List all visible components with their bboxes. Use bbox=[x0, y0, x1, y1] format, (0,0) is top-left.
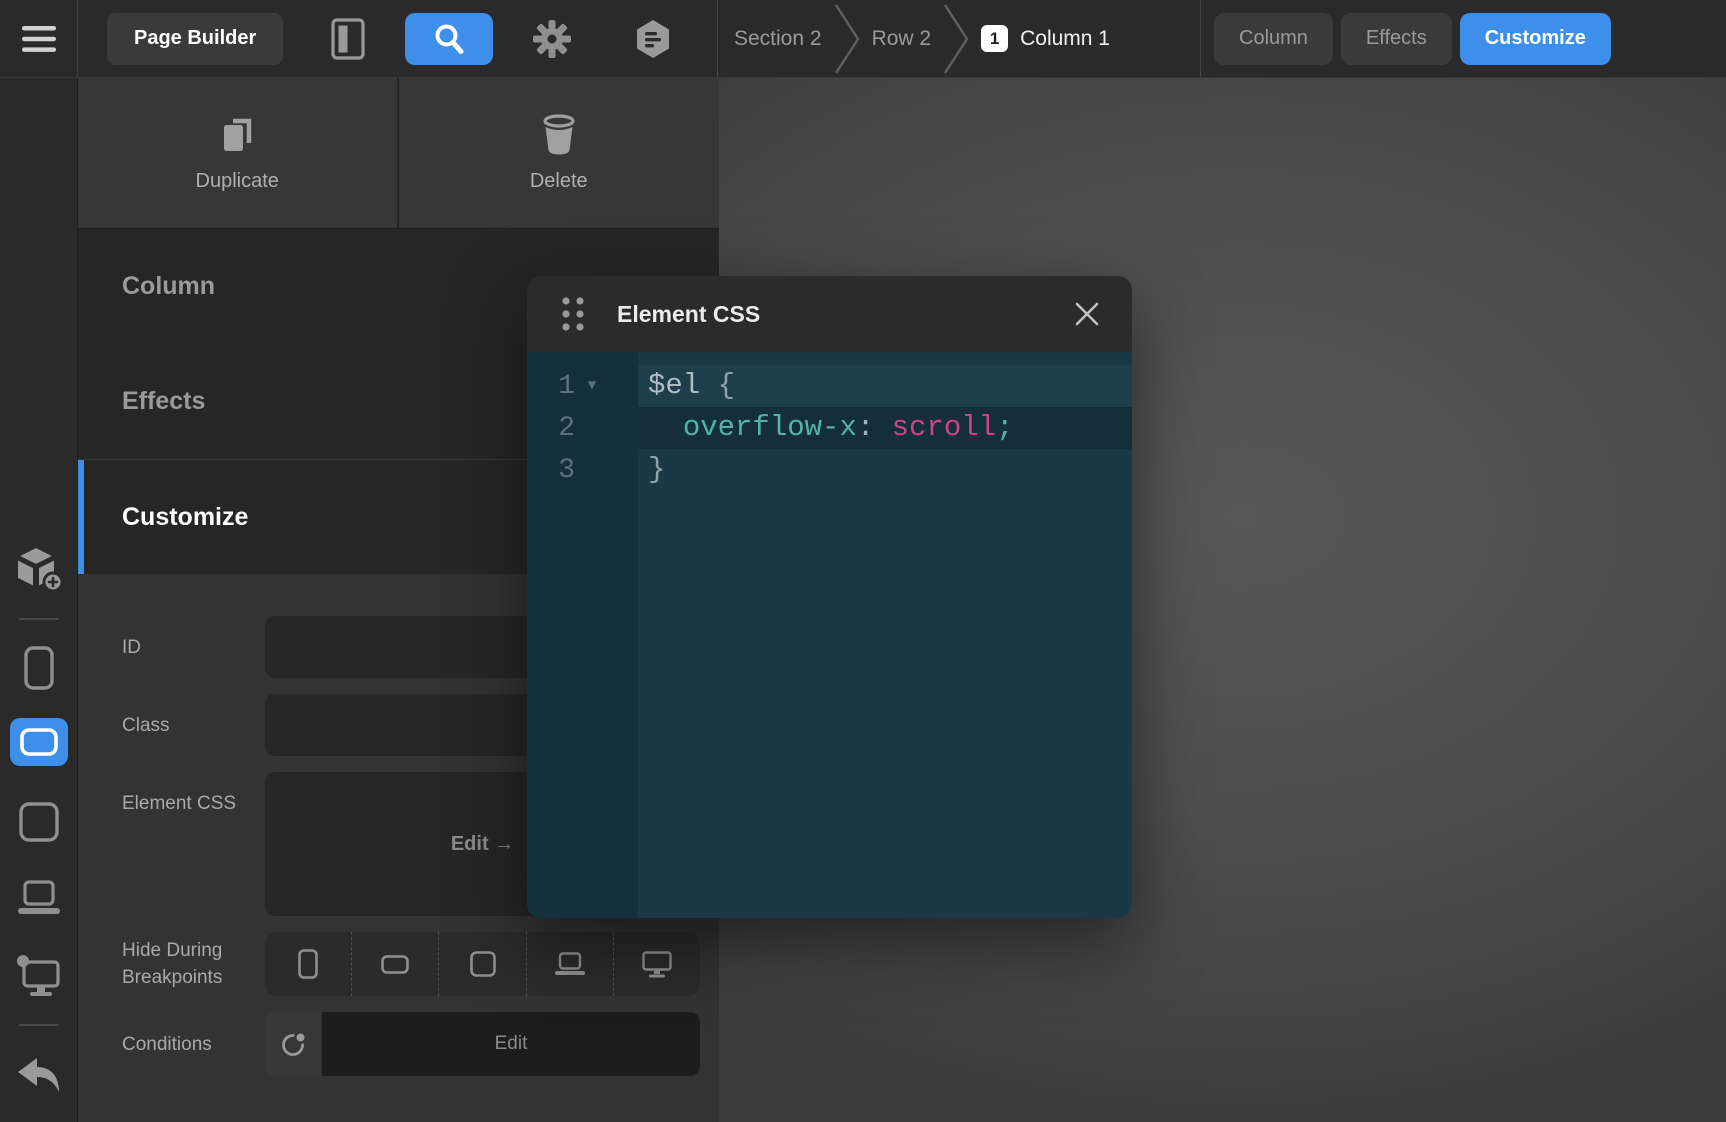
code-line-3[interactable]: } bbox=[638, 449, 1132, 491]
hide-breakpoints-label: Hide During Breakpoints bbox=[122, 937, 265, 991]
class-label: Class bbox=[122, 712, 265, 739]
hide-desktop-toggle[interactable] bbox=[613, 932, 700, 996]
conditions-field-row: Conditions Edit bbox=[122, 1012, 700, 1076]
conditions-edit-button[interactable]: Edit bbox=[322, 1012, 700, 1076]
chevron-separator-icon bbox=[832, 1, 862, 77]
fold-arrow-icon[interactable]: ▼ bbox=[575, 378, 609, 394]
page-builder-button[interactable]: Page Builder bbox=[107, 13, 283, 65]
conditions-label: Conditions bbox=[122, 1031, 265, 1058]
gutter-line-2: 2 bbox=[527, 407, 638, 449]
hamburger-icon bbox=[21, 24, 57, 54]
top-toolbar: Page Builder bbox=[0, 0, 1726, 78]
tablet-icon bbox=[470, 951, 496, 977]
breadcrumb-section[interactable]: Section 2 bbox=[734, 27, 822, 51]
hide-breakpoints-control bbox=[265, 932, 700, 996]
settings-tabs: Column Effects Customize bbox=[1201, 0, 1726, 77]
rail-divider bbox=[19, 618, 59, 620]
desktop-icon bbox=[642, 951, 672, 978]
trash-icon bbox=[539, 114, 579, 156]
main-menu bbox=[0, 0, 78, 77]
hide-tablet-toggle[interactable] bbox=[438, 932, 525, 996]
desktop-with-dot-icon bbox=[16, 954, 62, 998]
column-index-badge: 1 bbox=[981, 25, 1008, 52]
editor-gutter: 1▼ 2 3 bbox=[527, 352, 638, 918]
modal-title: Element CSS bbox=[617, 301, 760, 328]
conditions-icon-button[interactable] bbox=[265, 1012, 322, 1076]
search-icon bbox=[432, 22, 466, 56]
breadcrumb-column[interactable]: 1 Column 1 bbox=[981, 25, 1110, 52]
close-icon bbox=[1074, 301, 1100, 327]
editor-code-area[interactable]: $el { overflow-x: scroll; } bbox=[638, 352, 1132, 918]
gutter-line-3: 3 bbox=[527, 449, 638, 491]
breakpoint-laptop-button[interactable] bbox=[16, 880, 62, 916]
tab-effects[interactable]: Effects bbox=[1341, 13, 1452, 65]
search-button[interactable] bbox=[405, 13, 493, 65]
modal-close-button[interactable] bbox=[1068, 295, 1106, 333]
tab-column[interactable]: Column bbox=[1214, 13, 1333, 65]
page-builder-app: Page Builder bbox=[0, 0, 1726, 1122]
laptop-icon bbox=[16, 880, 62, 916]
conditions-control: Edit bbox=[265, 1012, 700, 1076]
line-number: 1 bbox=[527, 371, 575, 402]
undo-arrow-icon bbox=[16, 1056, 62, 1096]
phone-portrait-icon bbox=[298, 949, 318, 979]
breadcrumb-row[interactable]: Row 2 bbox=[872, 27, 932, 51]
duplicate-icon bbox=[216, 114, 258, 156]
sidebar-toggle-icon bbox=[331, 18, 365, 60]
drag-handle[interactable] bbox=[555, 290, 591, 338]
sidebar-toggle-button[interactable] bbox=[331, 18, 365, 60]
gutter-line-1: 1▼ bbox=[527, 365, 638, 407]
breadcrumb-column-label: Column 1 bbox=[1020, 27, 1110, 51]
breadcrumb: Section 2 Row 2 1 Column 1 bbox=[718, 0, 1201, 77]
breakpoint-tablet-button[interactable] bbox=[19, 802, 59, 842]
hide-breakpoints-field-row: Hide During Breakpoints bbox=[122, 932, 700, 996]
tablet-icon bbox=[19, 802, 59, 842]
element-actions: Duplicate Delete bbox=[78, 78, 719, 229]
breakpoint-phone-landscape-button-active[interactable] bbox=[10, 718, 68, 766]
hamburger-menu-button[interactable] bbox=[21, 24, 57, 54]
duplicate-button[interactable]: Duplicate bbox=[78, 78, 399, 228]
drag-dots-icon bbox=[559, 294, 587, 334]
rail-divider bbox=[19, 1024, 59, 1026]
line-number: 2 bbox=[527, 413, 575, 444]
gear-icon bbox=[533, 20, 571, 58]
layers-hexagon-icon bbox=[635, 19, 671, 59]
delete-button[interactable]: Delete bbox=[399, 78, 720, 228]
element-css-label: Element CSS bbox=[122, 772, 265, 817]
id-label: ID bbox=[122, 634, 265, 661]
hide-laptop-toggle[interactable] bbox=[526, 932, 613, 996]
element-css-modal: Element CSS 1▼ 2 3 $el { bbox=[527, 276, 1132, 918]
modal-header: Element CSS bbox=[527, 276, 1132, 352]
css-code-editor[interactable]: 1▼ 2 3 $el { overflow-x: scroll; } bbox=[527, 352, 1132, 918]
settings-button[interactable] bbox=[533, 20, 571, 58]
code-line-1[interactable]: $el { bbox=[638, 365, 1132, 407]
condition-circle-dot-icon bbox=[280, 1030, 308, 1058]
library-button[interactable] bbox=[635, 19, 671, 59]
delete-label: Delete bbox=[530, 170, 588, 193]
left-icon-rail bbox=[0, 78, 78, 1122]
hide-phone-landscape-toggle[interactable] bbox=[351, 932, 438, 996]
cube-plus-icon bbox=[15, 546, 63, 592]
line-number: 3 bbox=[527, 455, 575, 486]
phone-landscape-icon bbox=[20, 728, 58, 756]
phone-portrait-icon bbox=[24, 646, 54, 690]
breakpoint-phone-portrait-button[interactable] bbox=[24, 646, 54, 690]
builder-tools: Page Builder bbox=[78, 0, 718, 77]
duplicate-label: Duplicate bbox=[196, 170, 279, 193]
add-element-button[interactable] bbox=[15, 546, 63, 592]
hide-phone-portrait-toggle[interactable] bbox=[265, 932, 351, 996]
undo-button[interactable] bbox=[16, 1056, 62, 1096]
breakpoint-desktop-button[interactable] bbox=[16, 954, 62, 998]
chevron-separator-icon bbox=[941, 1, 971, 77]
code-line-2[interactable]: overflow-x: scroll; bbox=[638, 407, 1132, 449]
phone-landscape-icon bbox=[381, 955, 409, 974]
laptop-icon bbox=[554, 952, 586, 976]
tab-customize[interactable]: Customize bbox=[1460, 13, 1611, 65]
